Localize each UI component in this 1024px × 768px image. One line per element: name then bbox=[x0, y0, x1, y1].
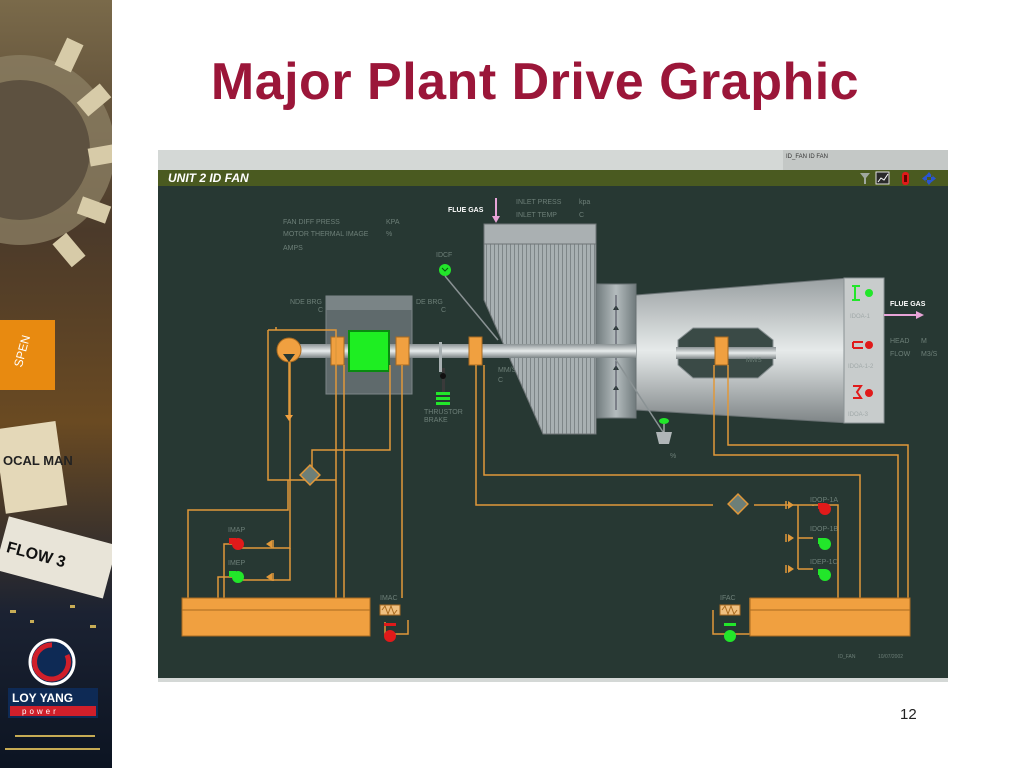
outlet-damper-panel bbox=[843, 277, 885, 424]
inlet-temp-unit: C bbox=[579, 212, 584, 219]
thrustor-brake[interactable] bbox=[436, 392, 450, 405]
footer-right: 10/07/2002 bbox=[878, 654, 903, 660]
idop-1b-label: IDOP-1B bbox=[810, 526, 838, 533]
motor-top bbox=[326, 296, 412, 310]
brake-label: BRAKE bbox=[424, 417, 448, 424]
inlet-press-label: INLET PRESS bbox=[516, 199, 562, 206]
imep-label: IMEP bbox=[228, 560, 245, 567]
nde-bearing bbox=[330, 336, 345, 366]
imac-label: IMAC bbox=[380, 595, 398, 602]
head-label: HEAD bbox=[890, 338, 909, 345]
inlet-temp-label: INLET TEMP bbox=[516, 212, 557, 219]
fan-diff-press-unit: KPA bbox=[386, 219, 400, 226]
unit-title: UNIT 2 ID FAN bbox=[168, 171, 249, 185]
vane-percent: % bbox=[670, 453, 676, 460]
imap-label: IMAP bbox=[228, 527, 245, 534]
id-fan-hmi-screen: ID_FAN ID FAN UNIT 2 ID FAN FAN DIFF PRE… bbox=[158, 150, 948, 682]
decorative-photo-strip: SPEN OCAL MAN FLOW 3 LOY YANG power bbox=[0, 0, 112, 768]
inlet-press-unit: kpa bbox=[579, 199, 590, 206]
ifac-fan-running[interactable] bbox=[724, 623, 736, 642]
thrustor-label: THRUSTOR bbox=[424, 409, 463, 416]
svg-text:IDOA-3: IDOA-3 bbox=[848, 412, 869, 418]
flue-gas-in-label: FLUE GAS bbox=[448, 207, 484, 214]
nde-brg-unit: C bbox=[318, 307, 323, 314]
unit-title-bar bbox=[158, 170, 948, 186]
hub-label: MM/S bbox=[746, 358, 762, 364]
idep-1c-label: IDEP-1C bbox=[810, 559, 838, 566]
page-number: 12 bbox=[900, 706, 917, 723]
window-tag: ID_FAN ID FAN bbox=[786, 154, 828, 160]
idcf-valve[interactable] bbox=[439, 264, 451, 276]
de-bearing bbox=[395, 336, 410, 366]
ifac-label: IFAC bbox=[720, 595, 736, 602]
flue-gas-out-label: FLUE GAS bbox=[890, 301, 926, 308]
de-brg-unit: C bbox=[441, 307, 446, 314]
svg-text:power: power bbox=[22, 707, 59, 716]
slide-title: Major Plant Drive Graphic bbox=[210, 53, 860, 111]
sign-spen: SPEN bbox=[0, 320, 55, 390]
fan-bearing-right bbox=[714, 336, 729, 366]
nde-brg-label: NDE BRG bbox=[290, 299, 322, 306]
flow-label: FLOW bbox=[890, 351, 911, 358]
mm-s-unit: C bbox=[498, 377, 503, 384]
motor-status[interactable] bbox=[348, 330, 390, 372]
lube-oil-tank-left bbox=[181, 597, 371, 637]
motor-thermal-unit: % bbox=[386, 231, 392, 238]
amps-label: AMPS bbox=[283, 245, 303, 252]
motor-thermal-label: MOTOR THERMAL IMAGE bbox=[283, 231, 369, 238]
fan-diff-press-label: FAN DIFF PRESS bbox=[283, 219, 340, 226]
fan-bearing-left bbox=[468, 336, 483, 366]
flow-unit: M3/S bbox=[921, 351, 938, 358]
svg-text:LOY YANG: LOY YANG bbox=[12, 691, 73, 705]
idcf-label: IDCF bbox=[436, 252, 452, 259]
lube-oil-tank-right bbox=[749, 597, 911, 637]
trend-icon[interactable] bbox=[875, 171, 890, 185]
de-brg-label: DE BRG bbox=[416, 299, 443, 306]
alarm-stop-icon[interactable] bbox=[902, 172, 909, 185]
imac-cooler[interactable] bbox=[379, 604, 401, 616]
coupling bbox=[439, 342, 442, 372]
imac-fan-stopped[interactable] bbox=[384, 623, 396, 642]
svg-text:IDOA-1: IDOA-1 bbox=[850, 314, 871, 320]
idop-1a-label: IDOP-1A bbox=[810, 497, 838, 504]
window-tag-area bbox=[783, 150, 948, 170]
head-unit: M bbox=[921, 338, 927, 345]
svg-text:IDOA-1-2: IDOA-1-2 bbox=[848, 364, 874, 370]
footer-left: ID_FAN bbox=[838, 654, 856, 660]
ifac-cooler[interactable] bbox=[719, 604, 741, 616]
svg-text:OCAL MAN: OCAL MAN bbox=[3, 453, 73, 468]
inlet-box-top bbox=[483, 223, 597, 245]
